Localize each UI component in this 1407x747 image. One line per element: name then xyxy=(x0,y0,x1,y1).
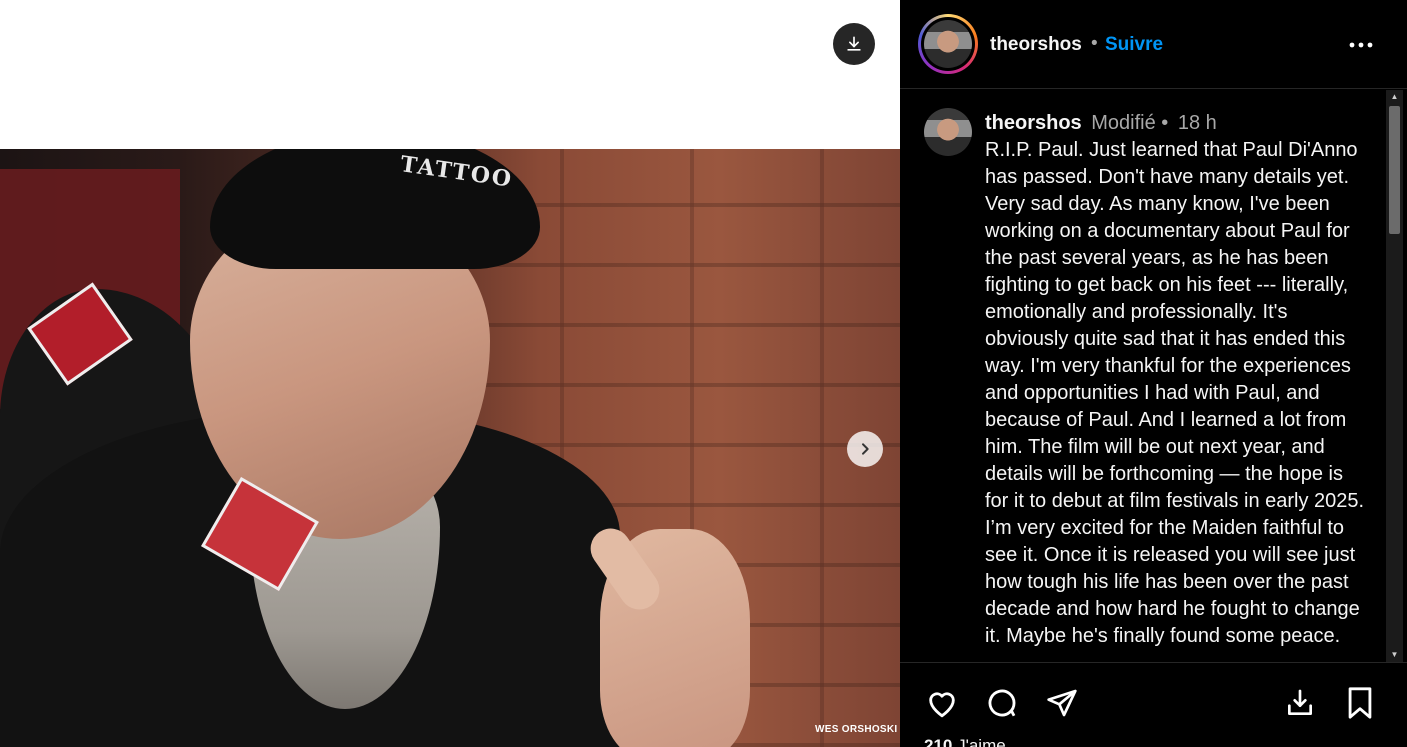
caption-text: R.I.P. Paul. Just learned that Paul Di'A… xyxy=(985,139,1365,647)
chevron-right-icon xyxy=(862,443,869,455)
scroll-thumb[interactable] xyxy=(1389,106,1400,234)
heart-icon xyxy=(929,692,955,718)
action-bar: 210 J'aime xyxy=(900,662,1407,747)
comment-icon xyxy=(988,689,1016,717)
likes-count[interactable]: 210 J'aime xyxy=(924,736,1006,747)
post-header: theorshos • Suivre xyxy=(900,0,1407,89)
like-button[interactable] xyxy=(922,683,962,723)
timestamp[interactable]: 18 h xyxy=(1178,112,1217,134)
share-button[interactable] xyxy=(1042,683,1082,723)
media-letterbox xyxy=(0,0,900,149)
photo-credit: WES ORSHOSKI xyxy=(815,724,898,735)
edited-label: Modifié • xyxy=(1091,112,1169,134)
post-media: TATTOO WES ORSHOSKI xyxy=(0,0,900,747)
bookmark-button[interactable] xyxy=(1340,683,1380,723)
share-icon xyxy=(1047,689,1077,717)
download-button[interactable] xyxy=(833,23,875,65)
scroll-up-arrow-icon[interactable]: ▲ xyxy=(1386,90,1403,104)
caption-area: theorshos Modifié • 18 h R.I.P. Paul. Ju… xyxy=(900,90,1388,662)
username-link[interactable]: theorshos xyxy=(990,34,1082,56)
caption-header: theorshos Modifié • 18 h xyxy=(985,112,1217,135)
scroll-down-arrow-icon[interactable]: ▼ xyxy=(1386,648,1403,662)
caption-avatar[interactable] xyxy=(924,108,972,156)
post-side-panel: theorshos • Suivre theorshos Modifié • 1… xyxy=(900,0,1407,747)
save-icon xyxy=(1288,689,1312,715)
bookmark-icon xyxy=(1348,687,1372,719)
download-icon xyxy=(847,36,861,51)
comment-button[interactable] xyxy=(982,683,1022,723)
save-to-device-button[interactable] xyxy=(1280,683,1320,723)
separator-dot: • xyxy=(1091,33,1098,54)
more-horizontal-icon xyxy=(1349,42,1373,48)
follow-button[interactable]: Suivre xyxy=(1105,34,1163,56)
caption-username[interactable]: theorshos xyxy=(985,112,1082,134)
more-options-button[interactable] xyxy=(1346,30,1376,60)
avatar[interactable] xyxy=(918,14,978,74)
post-photo: TATTOO WES ORSHOSKI xyxy=(0,149,900,747)
next-image-button[interactable] xyxy=(847,431,883,467)
scrollbar[interactable]: ▲ ▼ xyxy=(1386,90,1403,662)
